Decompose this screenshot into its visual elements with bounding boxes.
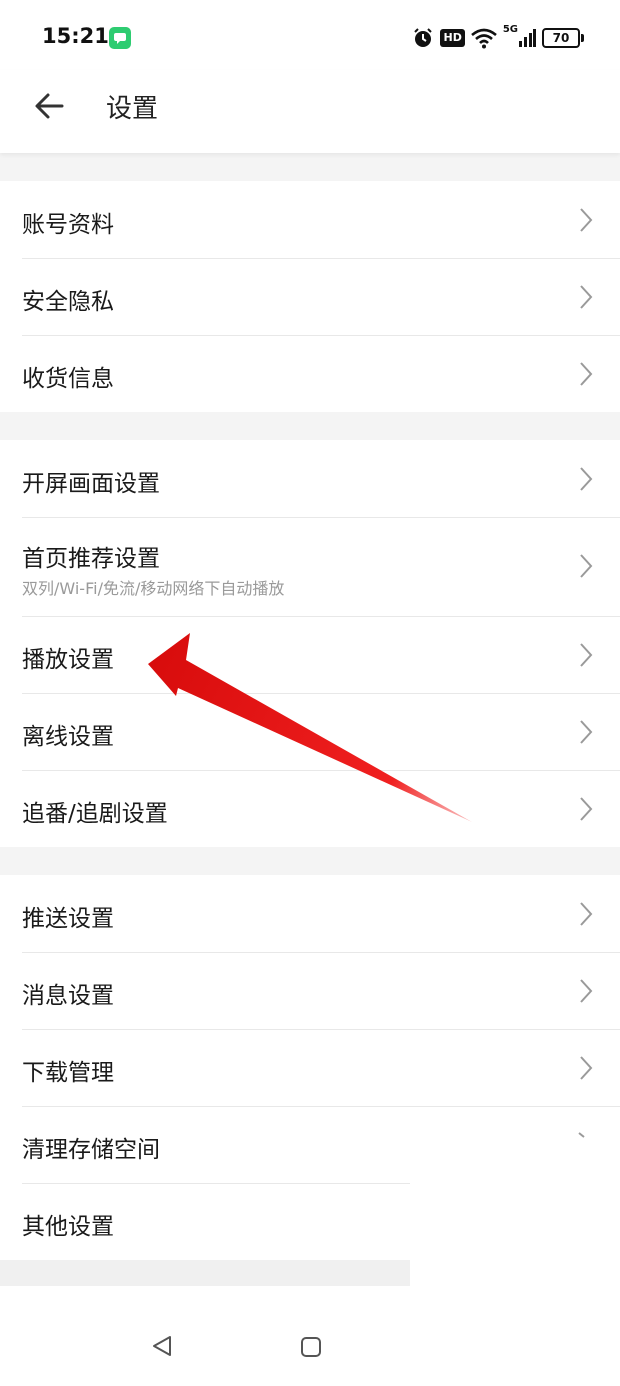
- settings-item-label: 安全隐私: [22, 289, 114, 315]
- signal-icon: [519, 29, 536, 47]
- settings-item-label: 账号资料: [22, 212, 114, 238]
- settings-item-label: 追番/追剧设置: [22, 801, 168, 827]
- chevron-right-icon: [580, 362, 593, 386]
- page-title: 设置: [106, 94, 159, 124]
- status-icons: HD 5G 70: [412, 24, 584, 52]
- status-time: 15:21: [42, 24, 109, 48]
- settings-item-splash-screen[interactable]: 开屏画面设置: [0, 440, 620, 517]
- message-app-icon: [109, 27, 131, 49]
- settings-item-label: 清理存储空间: [22, 1137, 160, 1163]
- settings-item-offline[interactable]: 离线设置: [0, 693, 620, 770]
- arrow-left-icon: [35, 93, 64, 119]
- chevron-fragment-icon: [578, 1132, 585, 1138]
- status-bar: 15:21 HD 5G 70: [0, 0, 620, 70]
- settings-item-push[interactable]: 推送设置: [0, 875, 620, 952]
- settings-item-playback[interactable]: 播放设置: [0, 616, 620, 693]
- chevron-right-icon: [580, 467, 593, 491]
- settings-item-other[interactable]: 其他设置: [0, 1183, 410, 1260]
- chevron-right-icon: [580, 554, 593, 578]
- network-type: 5G: [502, 24, 518, 35]
- settings-item-label: 首页推荐设置: [22, 546, 160, 572]
- settings-item-label: 开屏画面设置: [22, 471, 160, 497]
- wifi-icon: [470, 28, 497, 49]
- alarm-icon: [414, 28, 433, 47]
- settings-group-playback: 开屏画面设置 首页推荐设置 双列/Wi-Fi/免流/移动网络下自动播放 播放设置…: [0, 440, 620, 847]
- chevron-right-icon: [580, 285, 593, 309]
- battery-indicator: 70: [542, 28, 584, 48]
- app-header: 设置: [0, 70, 620, 153]
- chevron-right-icon: [580, 902, 593, 926]
- settings-item-messages[interactable]: 消息设置: [0, 952, 620, 1029]
- hd-badge: HD: [440, 29, 465, 47]
- settings-item-label: 下载管理: [22, 1060, 114, 1086]
- chevron-right-icon: [580, 643, 593, 667]
- system-nav-bar: [0, 1286, 620, 1386]
- settings-item-account-profile[interactable]: 账号资料: [0, 181, 620, 258]
- triangle-back-icon[interactable]: [150, 1334, 174, 1358]
- chevron-right-icon: [580, 720, 593, 744]
- settings-item-label: 播放设置: [22, 647, 114, 673]
- chevron-right-icon: [580, 208, 593, 232]
- settings-item-download-manage[interactable]: 下载管理: [0, 1029, 620, 1106]
- back-button[interactable]: [28, 84, 72, 128]
- settings-item-label: 其他设置: [22, 1214, 114, 1240]
- settings-item-security-privacy[interactable]: 安全隐私: [0, 258, 620, 335]
- settings-screen: 15:21 HD 5G 70 设置 账号资料 安全隐私 收货信息 开屏画面设置 …: [0, 0, 620, 1386]
- settings-item-clear-storage[interactable]: 清理存储空间: [0, 1106, 620, 1183]
- square-home-icon[interactable]: [300, 1336, 322, 1358]
- group-divider: [0, 1260, 410, 1286]
- settings-item-label: 消息设置: [22, 983, 114, 1009]
- settings-item-follow-series[interactable]: 追番/追剧设置: [0, 770, 620, 847]
- chevron-right-icon: [580, 1056, 593, 1080]
- settings-item-description: 双列/Wi-Fi/免流/移动网络下自动播放: [22, 579, 285, 598]
- settings-item-label: 推送设置: [22, 906, 114, 932]
- overlay-panel: [410, 1183, 620, 1286]
- chevron-right-icon: [580, 797, 593, 821]
- settings-item-shipping-info[interactable]: 收货信息: [0, 335, 620, 412]
- settings-item-label: 离线设置: [22, 724, 114, 750]
- settings-item-label: 收货信息: [22, 366, 114, 392]
- settings-item-home-recommend[interactable]: 首页推荐设置 双列/Wi-Fi/免流/移动网络下自动播放: [0, 517, 620, 616]
- chevron-right-icon: [580, 979, 593, 1003]
- settings-group-account: 账号资料 安全隐私 收货信息: [0, 181, 620, 412]
